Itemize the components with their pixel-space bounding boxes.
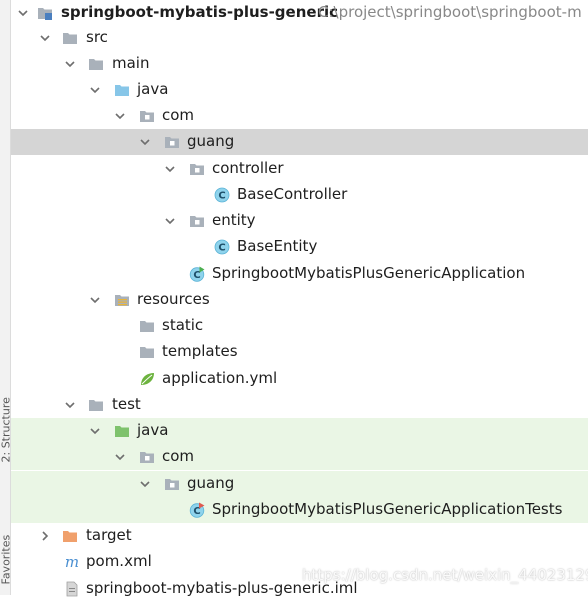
chevron-down-icon[interactable] [114,451,126,463]
root-path: C:\project\springboot\springboot-m [318,3,582,21]
tree-row-target[interactable]: target [11,523,588,549]
tree-row-guang[interactable]: guang [11,129,588,155]
structure-tab[interactable]: 2: Structure [0,397,10,462]
tree-row-application-class[interactable]: SpringbootMybatisPlusGenericApplication [11,261,588,287]
tree-row-application-yml[interactable]: application.yml [11,366,588,392]
tree-row-test-java[interactable]: java [11,418,588,444]
folder-icon [139,344,155,360]
watermark: https://blog.csdn.net/weixin_44023129 [302,566,588,584]
java-class-icon [214,239,230,255]
chevron-down-icon[interactable] [17,7,29,19]
tree-label-main: main [112,54,150,72]
excluded-folder-icon [62,528,78,544]
chevron-down-icon[interactable] [64,399,76,411]
package-icon [189,213,205,229]
chevron-down-icon[interactable] [64,58,76,70]
tree-label-test-guang: guang [187,474,235,492]
spring-leaf-icon [139,371,155,387]
tree-row-com[interactable]: com [11,103,588,129]
tree-label-pom: pom.xml [86,552,152,570]
test-root-folder-icon [114,423,130,439]
tree-row-tests-class[interactable]: SpringbootMybatisPlusGenericApplicationT… [11,497,588,523]
tree-label-target: target [86,526,132,544]
tree-row-entity[interactable]: entity [11,208,588,234]
package-icon [164,476,180,492]
tree-label-application-yml: application.yml [162,369,278,387]
source-root-folder-icon [114,82,130,98]
tree-row-base-entity[interactable]: BaseEntity [11,234,588,260]
tree-row-main[interactable]: main [11,51,588,77]
tree-label-test: test [112,395,141,413]
package-icon [189,161,205,177]
folder-icon [139,318,155,334]
tree-label-entity: entity [212,211,256,229]
tree-label-base-controller: BaseController [237,185,348,203]
tree-label-templates: templates [162,342,238,360]
package-icon [139,449,155,465]
tree-row-controller[interactable]: controller [11,156,588,182]
chevron-down-icon[interactable] [39,32,51,44]
test-class-icon [189,502,205,518]
tree-label-java: java [137,80,169,98]
chevron-down-icon[interactable] [89,425,101,437]
chevron-down-icon[interactable] [139,136,151,148]
chevron-down-icon[interactable] [139,478,151,490]
module-folder-icon [37,5,53,21]
tree-row-templates[interactable]: templates [11,339,588,365]
tree-label-guang: guang [187,132,235,150]
tree-row-static[interactable]: static [11,313,588,339]
tree-label-controller: controller [212,159,284,177]
tree-row-test-com[interactable]: com [11,444,588,470]
tree-label-static: static [162,316,204,334]
tree-row-test[interactable]: test [11,392,588,418]
tree-row-resources[interactable]: resources [11,287,588,313]
package-icon [139,108,155,124]
favorites-tab[interactable]: Favorites [0,535,10,585]
tree-row-base-controller[interactable]: BaseController [11,182,588,208]
chevron-down-icon[interactable] [164,163,176,175]
tree-row-test-guang[interactable]: guang [11,471,588,497]
chevron-down-icon[interactable] [114,110,126,122]
tree-label-test-java: java [137,421,169,439]
tree-label-test-com: com [162,447,195,465]
left-tool-strip: 2: Structure Favorites [0,0,11,595]
maven-icon [64,554,80,570]
folder-icon [62,30,78,46]
tree-label-tests-class: SpringbootMybatisPlusGenericApplicationT… [212,500,563,518]
chevron-right-icon[interactable] [39,530,51,542]
chevron-down-icon[interactable] [89,294,101,306]
tree-label-com: com [162,106,195,124]
resources-folder-icon [114,292,130,308]
package-icon [164,134,180,150]
tree-label-application-class: SpringbootMybatisPlusGenericApplication [212,264,526,282]
tree-row-root[interactable]: springboot-mybatis-plus-generic C:\proje… [11,0,588,26]
tree-label-base-entity: BaseEntity [237,237,318,255]
runnable-class-icon [189,266,205,282]
project-tree: springboot-mybatis-plus-generic C:\proje… [11,0,588,597]
folder-icon [88,56,104,72]
tree-label-src: src [86,28,108,46]
chevron-down-icon[interactable] [164,215,176,227]
java-class-icon [214,187,230,203]
folder-icon [88,397,104,413]
chevron-down-icon[interactable] [89,84,101,96]
tree-row-src[interactable]: src [11,25,588,51]
tree-row-java[interactable]: java [11,77,588,103]
tree-label-resources: resources [137,290,210,308]
tree-label-root: springboot-mybatis-plus-generic [61,3,339,21]
